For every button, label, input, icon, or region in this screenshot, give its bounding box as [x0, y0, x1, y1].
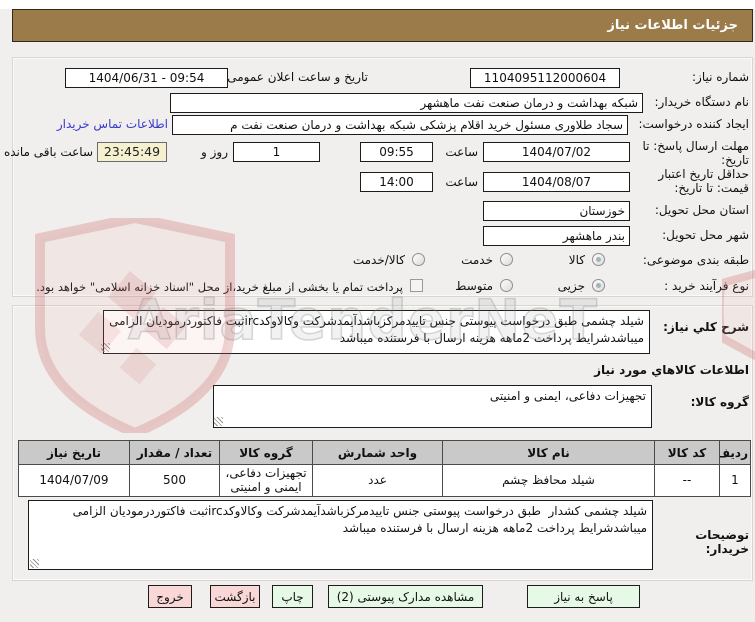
- remaining-days-input[interactable]: [233, 142, 320, 162]
- radio-category-service[interactable]: [500, 253, 513, 266]
- goods-table-header-row: ردیف کد کالا نام کالا واحد شمارش گروه کا…: [18, 440, 751, 465]
- top-margin: [0, 0, 755, 9]
- radio-process-minor-label: جزیی: [557, 279, 585, 293]
- deadline-date-input[interactable]: [483, 142, 630, 162]
- cell-goods-name: شیلد محافظ چشم: [442, 464, 655, 497]
- deadline-label: مهلت ارسال پاسخ: تا تاریخ:: [642, 139, 749, 167]
- cell-unit: عدد: [312, 464, 443, 497]
- cell-goods-group: تجهیزات دفاعی، ایمنی و امنیتی: [219, 464, 313, 497]
- announce-datetime-input[interactable]: [65, 68, 228, 88]
- radio-process-medium[interactable]: [500, 279, 513, 292]
- buyer-contact-link[interactable]: اطلاعات تماس خریدار: [57, 117, 168, 131]
- cell-need-date: 1404/07/09: [18, 464, 130, 497]
- province-label: استان محل تحویل:: [654, 203, 749, 217]
- exit-button[interactable]: خروج: [148, 585, 192, 608]
- print-button[interactable]: چاپ: [272, 585, 313, 608]
- deadline-hour-label: ساعت: [445, 145, 478, 159]
- city-input[interactable]: [483, 226, 630, 246]
- col-unit: واحد شمارش: [312, 440, 443, 465]
- validity-label-line2: قیمت: تا تاریخ:: [674, 181, 749, 195]
- buyer-org-label: نام دستگاه خریدار:: [654, 95, 750, 109]
- goods-group-label: گروه کالا:: [690, 395, 749, 409]
- goods-group-textarea[interactable]: تجهیزات دفاعی، ایمنی و امنیتی: [213, 385, 652, 428]
- validity-label-line1: حداقل تاریخ اعتبار: [658, 167, 749, 181]
- col-row-index: ردیف: [719, 440, 751, 465]
- cell-row-index: 1: [719, 464, 751, 497]
- deadline-time-input[interactable]: [360, 142, 433, 162]
- deadline-label-line1: مهلت ارسال پاسخ: تا: [642, 139, 749, 153]
- view-attached-docs-button[interactable]: مشاهده مدارک پیوستی (2): [328, 585, 483, 608]
- description-label: شرح كلي نياز:: [663, 320, 749, 334]
- buyer-notes-label: توضیحات خریدار:: [695, 528, 749, 556]
- col-goods-group: گروه کالا: [219, 440, 313, 465]
- need-number-label: شماره نیاز:: [692, 70, 749, 84]
- deadline-label-line2: تاریخ:: [721, 153, 749, 167]
- col-need-date: تاریخ نیاز: [18, 440, 130, 465]
- goods-section-title: اطلاعات كالاهاي مورد نياز: [594, 363, 749, 377]
- validity-time-input[interactable]: [360, 172, 433, 192]
- announce-datetime-label: تاریخ و ساعت اعلان عمومی:: [223, 70, 368, 84]
- table-row: 1 -- شیلد محافظ چشم عدد تجهیزات دفاعی، ا…: [18, 464, 751, 497]
- validity-label: حداقل تاریخ اعتبار قیمت: تا تاریخ:: [658, 167, 749, 195]
- radio-category-both[interactable]: [412, 253, 425, 266]
- treasury-checkbox[interactable]: [410, 279, 423, 292]
- radio-process-minor[interactable]: [592, 279, 605, 292]
- cell-goods-code: --: [654, 464, 720, 497]
- page-title: جزئیات اطلاعات نیاز: [607, 18, 738, 33]
- description-textarea[interactable]: شیلد چشمی طبق درخواست پیوستی جنس تاییدمر…: [103, 310, 650, 354]
- radio-category-goods[interactable]: [592, 253, 605, 266]
- need-number-input[interactable]: [470, 68, 620, 88]
- col-goods-name: نام کالا: [442, 440, 655, 465]
- radio-category-service-label: خدمت: [461, 253, 493, 267]
- goods-table: ردیف کد کالا نام کالا واحد شمارش گروه کا…: [18, 440, 751, 497]
- creator-label: ایجاد کننده درخواست:: [638, 117, 749, 131]
- radio-category-both-label: کالا/خدمت: [352, 253, 405, 267]
- buyer-notes-label-line2: خریدار:: [705, 542, 749, 556]
- radio-process-medium-label: متوسط: [455, 279, 493, 293]
- category-label: طبقه بندی موضوعی:: [642, 253, 749, 267]
- col-quantity: تعداد / مقدار: [129, 440, 220, 465]
- process-label: نوع فرآیند خرید :: [664, 279, 749, 293]
- validity-hour-label: ساعت: [445, 175, 478, 189]
- page-title-bar: جزئیات اطلاعات نیاز: [12, 9, 753, 42]
- buyer-notes-textarea[interactable]: شیلد چشمی کشدار طبق درخواست پیوستی جنس ت…: [28, 500, 653, 570]
- cell-quantity: 500: [129, 464, 220, 497]
- col-goods-code: کد کالا: [654, 440, 720, 465]
- city-label: شهر محل تحویل:: [662, 228, 749, 242]
- respond-to-need-button[interactable]: پاسخ به نیاز: [527, 585, 640, 608]
- hours-remaining-label: ساعت باقی مانده: [3, 145, 93, 159]
- creator-input[interactable]: [172, 115, 628, 135]
- province-input[interactable]: [483, 201, 630, 221]
- need-details-page: جزئیات اطلاعات نیاز شماره نیاز: تاریخ و …: [0, 0, 755, 622]
- countdown-timer: 23:45:49: [97, 142, 167, 162]
- buyer-org-input[interactable]: [170, 93, 643, 113]
- days-and-label: روز و: [201, 145, 228, 159]
- treasury-note: پرداخت تمام یا بخشی از مبلغ خرید،از محل …: [36, 280, 403, 294]
- validity-date-input[interactable]: [483, 172, 630, 192]
- radio-category-goods-label: کالا: [568, 253, 585, 267]
- buyer-notes-label-line1: توضیحات: [695, 528, 749, 542]
- back-button[interactable]: بازگشت: [210, 585, 260, 608]
